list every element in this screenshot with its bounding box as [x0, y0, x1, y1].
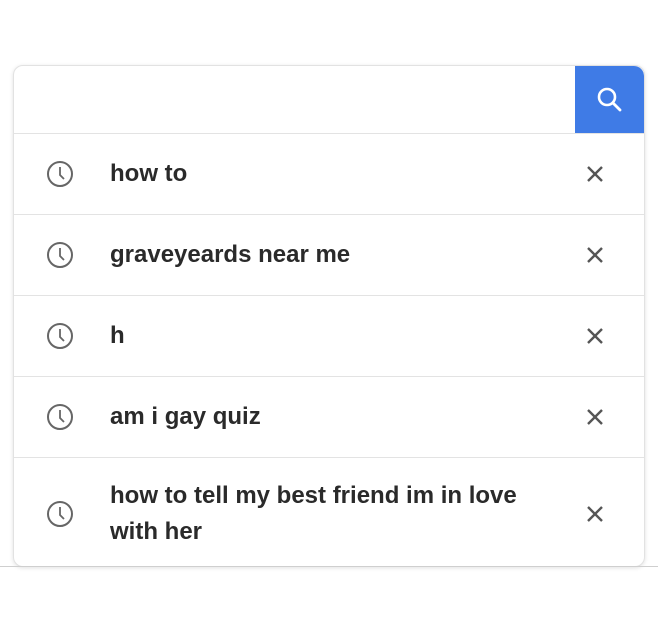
- history-item-text: how to tell my best friend im in love wi…: [110, 482, 517, 545]
- search-icon: [597, 87, 621, 111]
- history-item[interactable]: graveyeards near me: [14, 215, 644, 296]
- history-item[interactable]: h: [14, 296, 644, 377]
- history-item[interactable]: how to tell my best friend im in love wi…: [14, 458, 644, 566]
- clock-icon: [47, 323, 73, 349]
- remove-icon[interactable]: [584, 244, 606, 266]
- clock-icon: [47, 161, 73, 187]
- remove-icon[interactable]: [584, 406, 606, 428]
- clock-icon: [47, 242, 73, 268]
- remove-icon[interactable]: [584, 163, 606, 185]
- history-item-text: am i gay quiz: [110, 403, 261, 430]
- search-input[interactable]: [14, 66, 569, 133]
- search-bar: [14, 66, 644, 134]
- search-button[interactable]: [575, 66, 644, 133]
- history-item-text: h: [110, 322, 125, 349]
- history-item[interactable]: am i gay quiz: [14, 377, 644, 458]
- history-item-text: graveyeards near me: [110, 241, 351, 268]
- history-item[interactable]: how to: [14, 134, 644, 215]
- divider: [0, 566, 658, 567]
- remove-icon[interactable]: [584, 325, 606, 347]
- clock-icon: [47, 404, 73, 430]
- history-item-text: how to: [110, 160, 188, 187]
- search-dropdown: how to graveyeards near me h am i gay qu…: [13, 65, 645, 567]
- clock-icon: [47, 501, 73, 527]
- remove-icon[interactable]: [584, 503, 606, 525]
